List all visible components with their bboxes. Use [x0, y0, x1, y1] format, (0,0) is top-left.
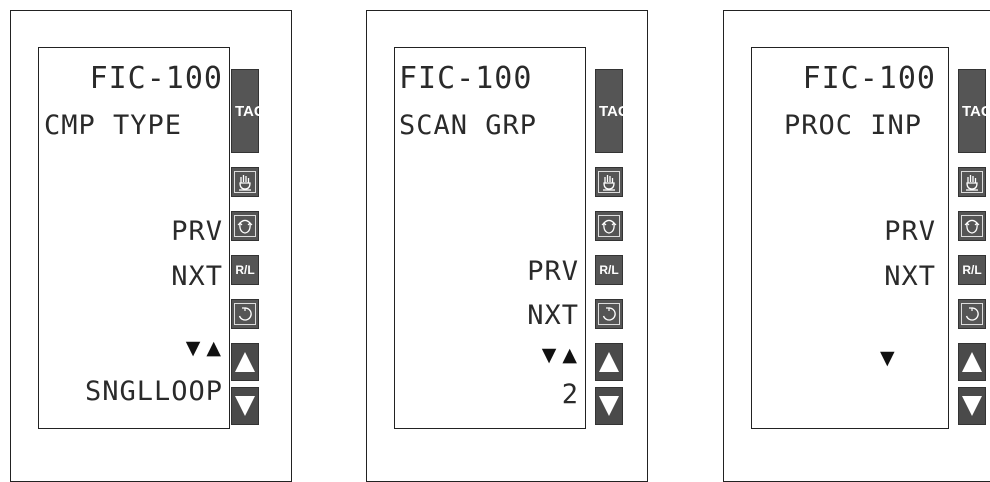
remote-local-button[interactable]: R/L — [958, 255, 986, 285]
down-arrow-button[interactable] — [958, 387, 986, 425]
down-arrow-icon — [235, 396, 255, 416]
parameter-name-text: PROC INP — [784, 110, 923, 141]
cycle-button[interactable] — [595, 299, 623, 329]
value-text: SNGLLOOP — [84, 376, 223, 407]
manual-button[interactable] — [595, 167, 623, 197]
up-arrow-button[interactable] — [595, 343, 623, 381]
tag-name-text: FIC-100 — [399, 61, 533, 96]
remote-local-button[interactable]: R/L — [595, 255, 623, 285]
cycle-button[interactable] — [958, 299, 986, 329]
next-label: NXT — [171, 261, 223, 292]
flip-icon — [961, 215, 983, 237]
manual-button[interactable] — [958, 167, 986, 197]
tag-button-label: TAG — [962, 102, 990, 120]
hand-icon — [598, 171, 620, 193]
prev-label: PRV — [171, 216, 223, 247]
tag-button[interactable]: TAG — [231, 69, 266, 153]
flip-icon — [598, 215, 620, 237]
down-arrow-icon — [599, 396, 619, 416]
parameter-name-text: CMP TYPE — [44, 110, 183, 141]
parameter-name-text: SCAN GRP — [399, 110, 538, 141]
lcd-screen-1: FIC-100 CMP TYPE PRV NXT ▼ ▲ SNGLLOOP — [38, 47, 230, 429]
up-arrow-button[interactable] — [231, 343, 259, 381]
faceplate-panel-3: FIC-100 PROC INP PRV NXT ▼ TAG R/L — [723, 10, 990, 482]
cycle-icon — [961, 303, 983, 325]
faceplate-panel-1: FIC-100 CMP TYPE PRV NXT ▼ ▲ SNGLLOOP TA… — [10, 10, 292, 482]
scroll-arrows-indicator: ▼ ▲ — [185, 337, 221, 359]
up-arrow-icon — [235, 352, 255, 372]
tag-name-text: FIC-100 — [802, 61, 936, 96]
up-arrow-icon — [962, 352, 982, 372]
prev-label: PRV — [527, 256, 579, 287]
scroll-arrows-indicator: ▼ — [880, 347, 895, 369]
tag-button[interactable]: TAG — [595, 69, 630, 153]
next-label: NXT — [527, 300, 579, 331]
up-arrow-button[interactable] — [958, 343, 986, 381]
tag-button[interactable]: TAG — [958, 69, 990, 153]
lcd-screen-2: FIC-100 SCAN GRP PRV NXT ▼ ▲ 2 — [394, 47, 586, 429]
mode-button[interactable] — [231, 211, 259, 241]
rl-button-label: R/L — [962, 263, 982, 277]
lcd-screen-3: FIC-100 PROC INP PRV NXT ▼ — [751, 47, 949, 429]
value-text: 2 — [561, 379, 579, 410]
faceplate-panel-2: FIC-100 SCAN GRP PRV NXT ▼ ▲ 2 TAG R/L — [366, 10, 648, 482]
down-arrow-button[interactable] — [595, 387, 623, 425]
down-arrow-button[interactable] — [231, 387, 259, 425]
scroll-arrows-indicator: ▼ ▲ — [541, 344, 577, 366]
hand-icon — [961, 171, 983, 193]
cycle-icon — [234, 303, 256, 325]
remote-local-button[interactable]: R/L — [231, 255, 259, 285]
tag-button-label: TAG — [599, 102, 630, 120]
rl-button-label: R/L — [235, 263, 255, 277]
down-arrow-icon — [962, 396, 982, 416]
flip-icon — [234, 215, 256, 237]
tag-name-text: FIC-100 — [89, 61, 223, 96]
mode-button[interactable] — [595, 211, 623, 241]
cycle-icon — [598, 303, 620, 325]
hand-icon — [234, 171, 256, 193]
manual-button[interactable] — [231, 167, 259, 197]
up-arrow-icon — [599, 352, 619, 372]
mode-button[interactable] — [958, 211, 986, 241]
tag-button-label: TAG — [235, 102, 266, 120]
rl-button-label: R/L — [599, 263, 619, 277]
next-label: NXT — [884, 261, 936, 292]
cycle-button[interactable] — [231, 299, 259, 329]
prev-label: PRV — [884, 216, 936, 247]
